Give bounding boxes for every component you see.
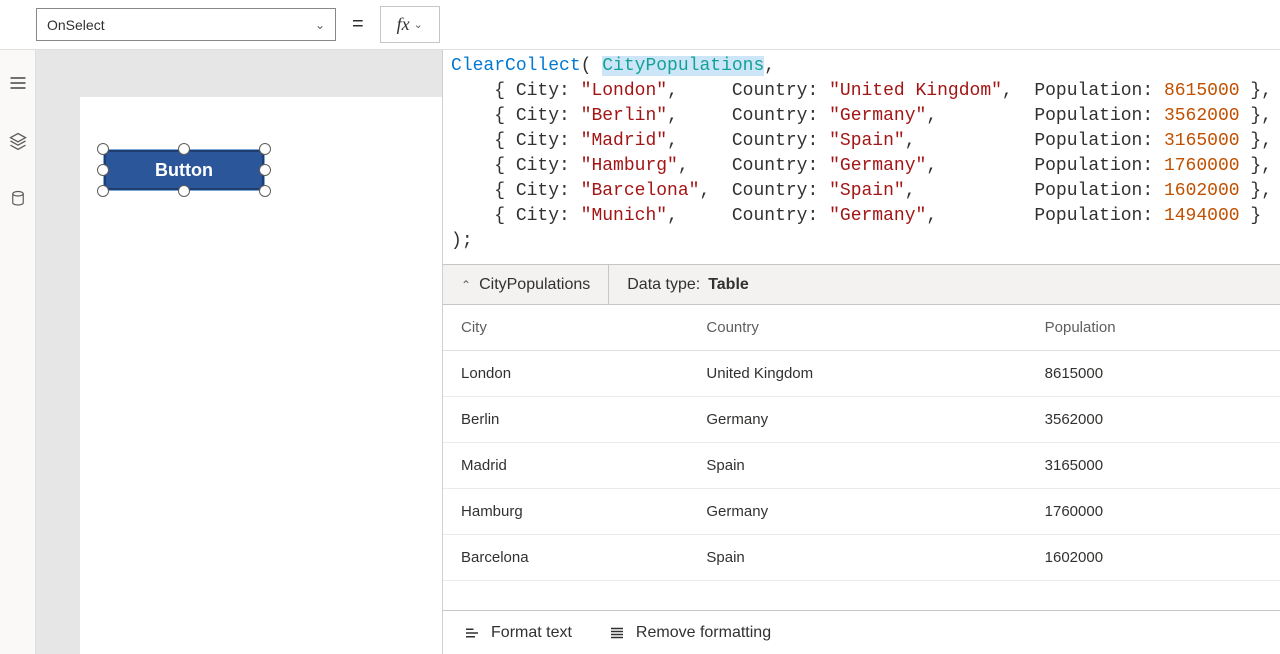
resize-handle[interactable] [97,164,109,176]
formula-panel: ClearCollect( CityPopulations, { City: "… [442,50,1280,654]
resize-handle[interactable] [178,185,190,197]
format-text-button[interactable]: Format text [463,624,572,642]
selected-control-wrap[interactable]: Button [104,150,264,190]
table-cell: Spain [688,535,1026,581]
column-header[interactable]: Country [688,305,1026,351]
table-cell: 1602000 [1027,535,1280,581]
result-table[interactable]: CityCountryPopulation LondonUnited Kingd… [443,305,1280,610]
left-rail [0,50,36,654]
format-text-label: Format text [491,624,572,642]
table-cell: 3165000 [1027,443,1280,489]
property-selector[interactable]: OnSelect ⌄ [36,8,336,41]
layers-icon[interactable] [7,130,29,152]
result-collection-name: CityPopulations [479,276,590,294]
resize-handle[interactable] [259,143,271,155]
equals-sign: = [348,13,368,36]
table-cell: Hamburg [443,489,688,535]
remove-formatting-button[interactable]: Remove formatting [608,624,771,642]
table-cell: London [443,351,688,397]
chevron-down-icon: ⌄ [414,18,423,31]
table-cell: 3562000 [1027,397,1280,443]
table-cell: Madrid [443,443,688,489]
table-row[interactable]: MadridSpain3165000 [443,443,1280,489]
result-header: ⌃ CityPopulations Data type: Table [443,265,1280,305]
formula-editor[interactable]: ClearCollect( CityPopulations, { City: "… [443,50,1280,265]
resize-handle[interactable] [259,185,271,197]
table-row[interactable]: BerlinGermany3562000 [443,397,1280,443]
table-cell: Germany [688,397,1026,443]
column-header[interactable]: Population [1027,305,1280,351]
data-icon[interactable] [7,188,29,210]
table-cell: 1760000 [1027,489,1280,535]
table-cell: Spain [688,443,1026,489]
hamburger-icon[interactable] [7,72,29,94]
table-row[interactable]: LondonUnited Kingdom8615000 [443,351,1280,397]
property-name: OnSelect [47,17,105,33]
result-name-cell[interactable]: ⌃ CityPopulations [443,265,609,304]
resize-handle[interactable] [97,143,109,155]
table-cell: Barcelona [443,535,688,581]
canvas-button-label: Button [155,160,213,181]
chevron-down-icon: ⌄ [315,18,325,32]
remove-formatting-label: Remove formatting [636,624,771,642]
result-type-cell: Data type: Table [609,265,767,304]
resize-handle[interactable] [97,185,109,197]
formula-footer: Format text Remove formatting [443,610,1280,654]
canvas-button[interactable]: Button [104,150,264,190]
table-row[interactable]: HamburgGermany1760000 [443,489,1280,535]
result-type-value: Table [708,276,749,294]
table-cell: Berlin [443,397,688,443]
canvas-area[interactable]: Button [36,50,442,654]
fx-label: fx [397,14,410,35]
formula-toolbar: OnSelect ⌄ = fx ⌄ [0,0,1280,50]
table-cell: United Kingdom [688,351,1026,397]
table-row[interactable]: BarcelonaSpain1602000 [443,535,1280,581]
resize-handle[interactable] [178,143,190,155]
table-cell: 8615000 [1027,351,1280,397]
chevron-up-icon: ⌃ [461,278,471,292]
result-type-prefix: Data type: [627,276,700,294]
fx-dropdown[interactable]: fx ⌄ [380,6,440,43]
resize-handle[interactable] [259,164,271,176]
column-header[interactable]: City [443,305,688,351]
table-cell: Germany [688,489,1026,535]
